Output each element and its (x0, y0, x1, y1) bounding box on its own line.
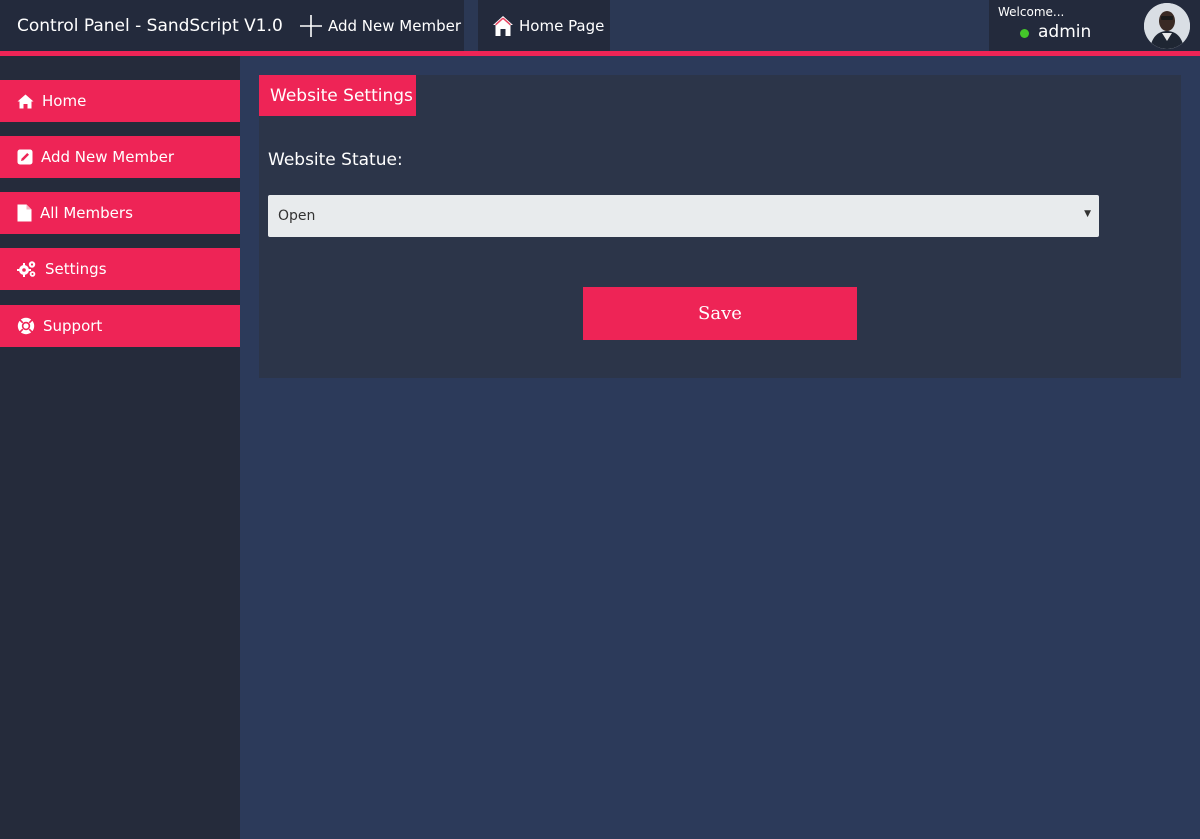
sidebar-item-add-new-member[interactable]: Add New Member (0, 136, 240, 178)
home-icon (17, 94, 34, 108)
avatar[interactable] (1144, 3, 1190, 49)
sidebar-item-label: Home (42, 92, 87, 110)
user-avatar-image (1144, 3, 1190, 49)
top-home-page-label: Home Page (519, 16, 605, 35)
file-icon (17, 204, 32, 222)
lifebuoy-icon (17, 317, 35, 335)
user-box: Welcome... admin (989, 0, 1200, 51)
top-add-member-label: Add New Member (328, 16, 461, 35)
sidebar-item-home[interactable]: Home (0, 80, 240, 122)
sidebar-item-label: Settings (45, 260, 107, 278)
website-status-value: Open (278, 208, 316, 224)
sidebar-item-support[interactable]: Support (0, 305, 240, 347)
sidebar-item-all-members[interactable]: All Members (0, 192, 240, 234)
edit-icon (17, 149, 33, 165)
top-home-page-button[interactable]: Home Page (478, 0, 610, 51)
plus-icon (300, 14, 322, 37)
sidebar: Home Add New Member All Members Settings… (0, 56, 240, 839)
settings-panel: Website Settings Website Statue: Open ▼ … (259, 75, 1181, 378)
save-button[interactable]: Save (583, 287, 857, 340)
website-status-select[interactable]: Open ▼ (268, 195, 1099, 237)
panel-title: Website Settings (259, 75, 416, 116)
online-status-dot (1020, 29, 1029, 38)
sidebar-item-label: Add New Member (41, 148, 174, 166)
app-title: Control Panel - SandScript V1.0 (0, 0, 286, 51)
username: admin (1038, 22, 1092, 42)
sidebar-item-settings[interactable]: Settings (0, 248, 240, 290)
welcome-text: Welcome... (998, 5, 1065, 19)
house-icon (493, 15, 513, 36)
gears-icon (17, 261, 36, 277)
top-bar: Control Panel - SandScript V1.0 Add New … (0, 0, 1200, 52)
sidebar-item-label: All Members (40, 204, 133, 222)
sidebar-item-label: Support (43, 317, 103, 335)
website-status-label: Website Statue: (268, 150, 403, 170)
top-add-member-button[interactable]: Add New Member (286, 0, 464, 51)
caret-down-icon: ▼ (1084, 209, 1091, 219)
